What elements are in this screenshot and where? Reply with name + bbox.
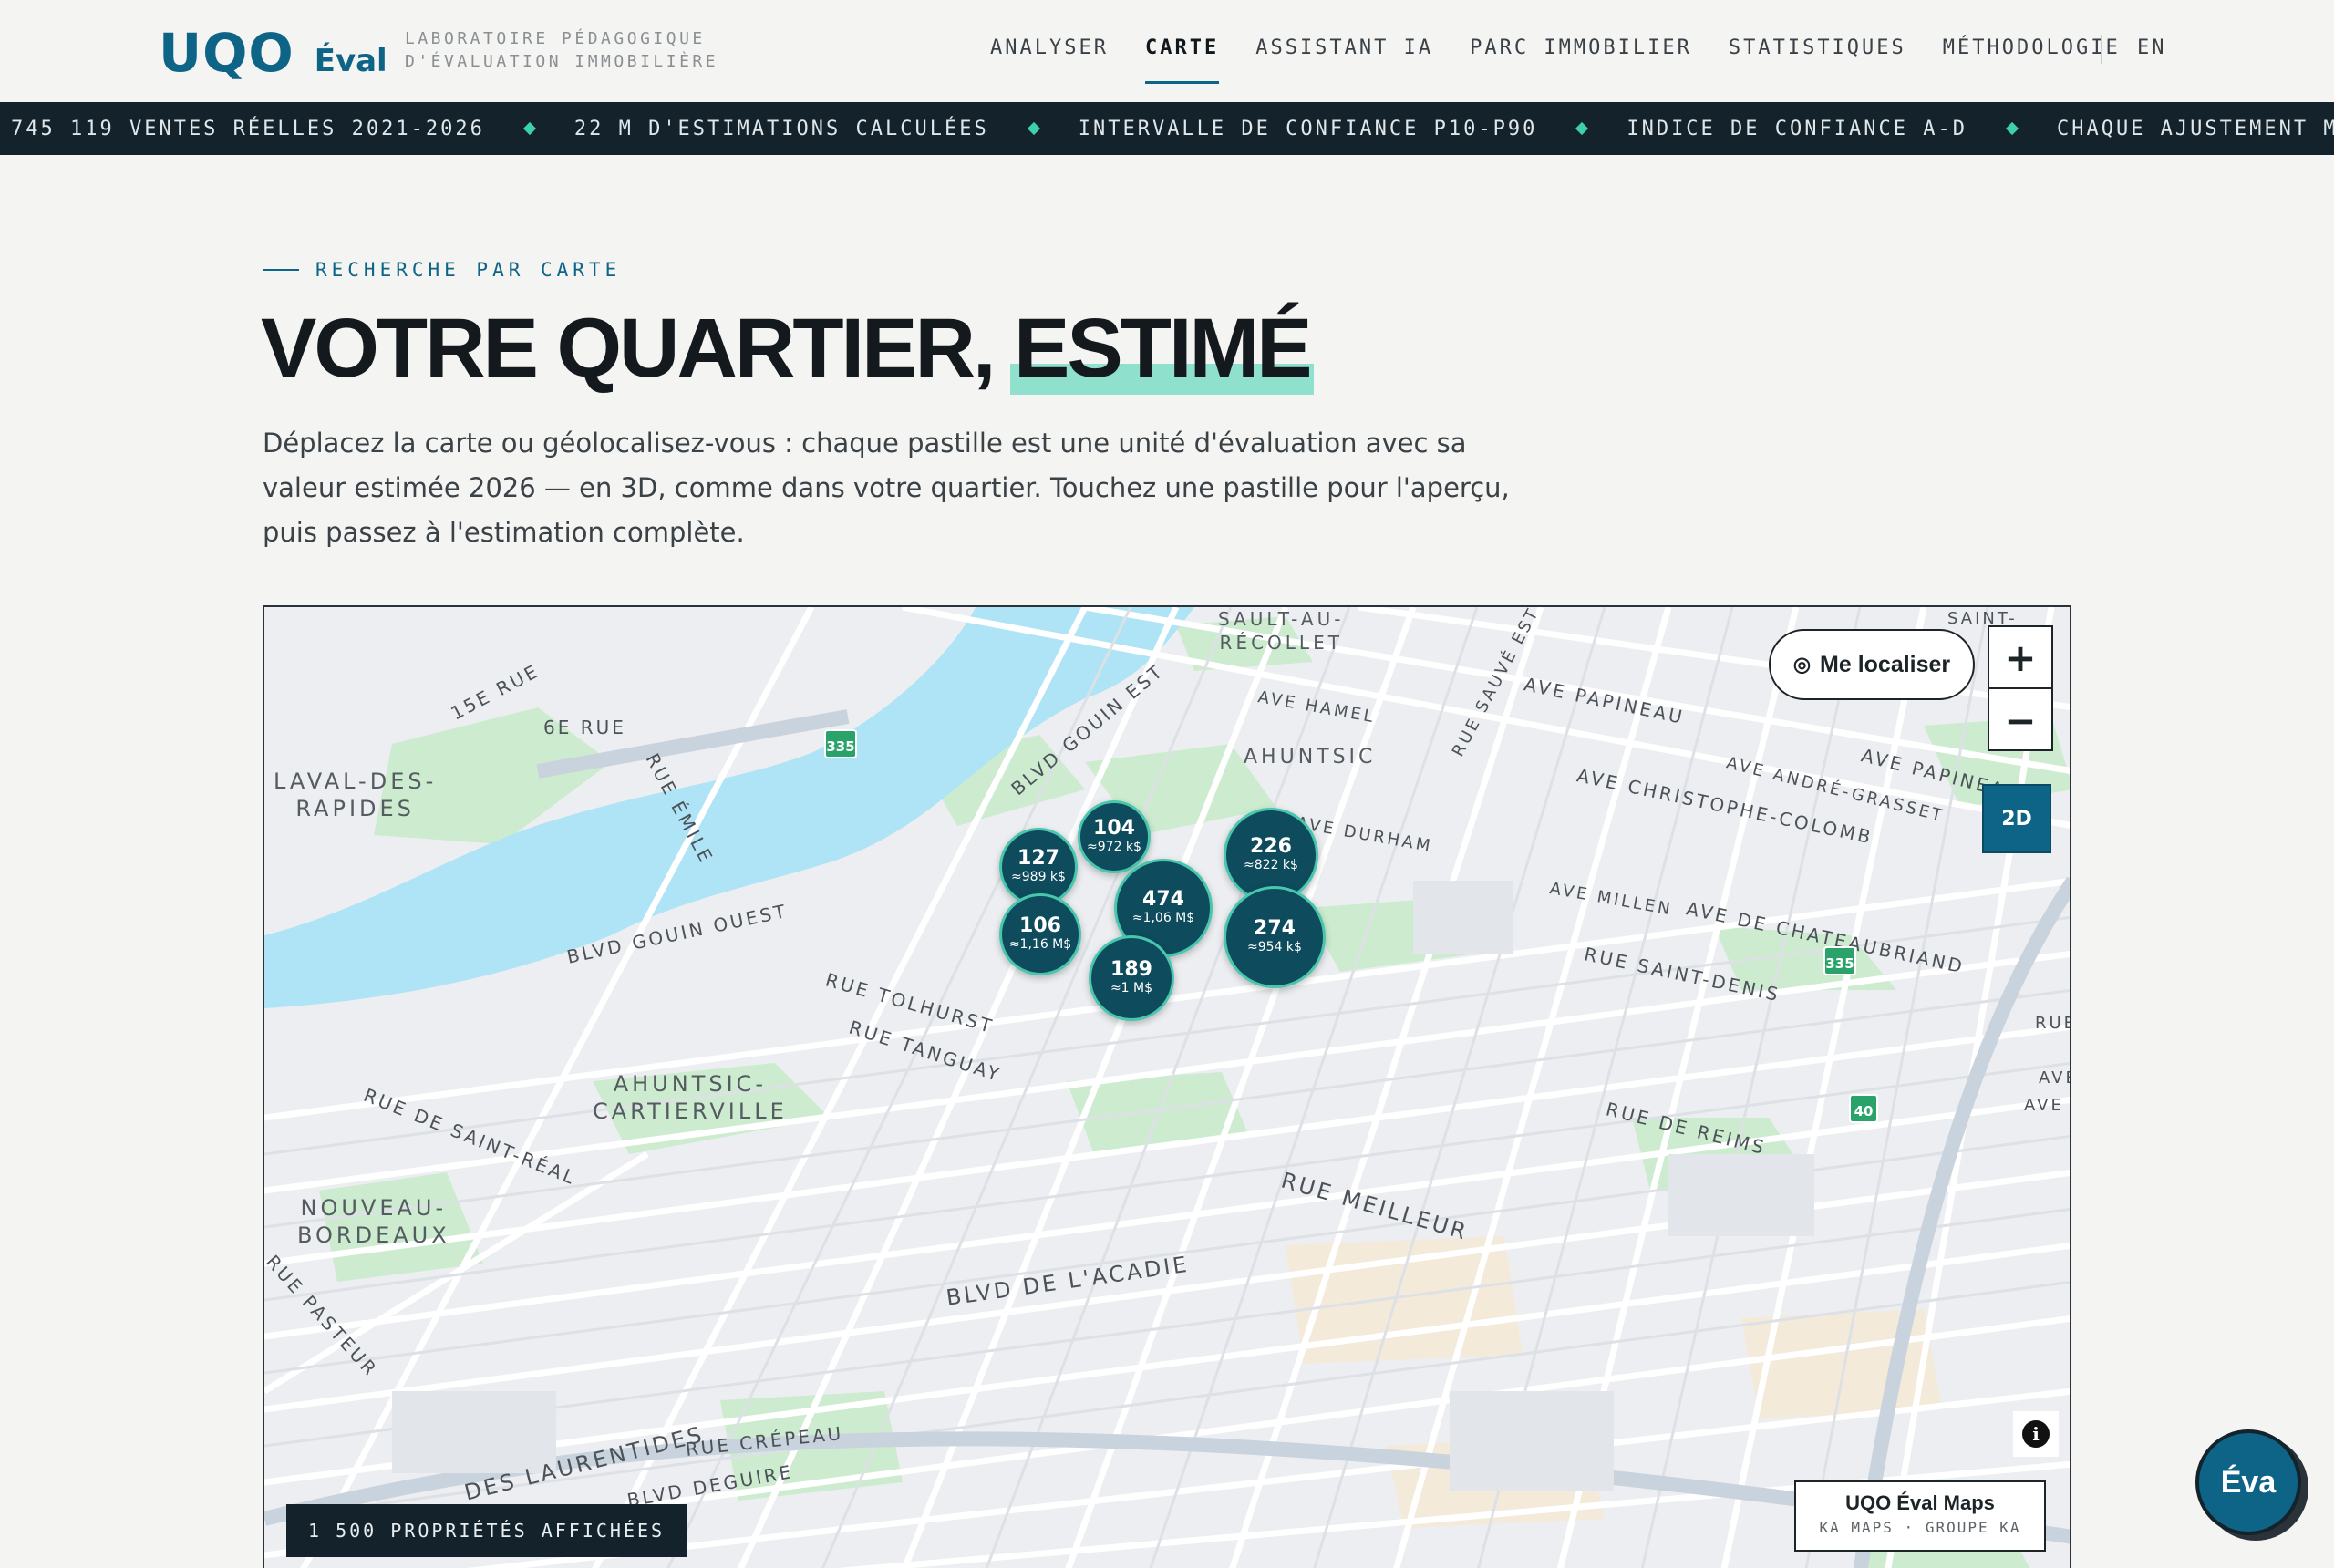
property-cluster[interactable]: 274 ≈954 k$ bbox=[1224, 886, 1326, 988]
section-eyebrow: RECHERCHE PAR CARTE bbox=[263, 259, 621, 281]
street-label: 6E RUE bbox=[543, 717, 626, 738]
page-lede: Déplacez la carte ou géolocalisez-vous :… bbox=[263, 428, 1510, 548]
district-label: NOUVEAU- BORDEAUX bbox=[297, 1195, 450, 1248]
map-base bbox=[264, 607, 2070, 1568]
zoom-control: + − bbox=[1988, 625, 2053, 751]
properties-count-badge: 1 500 PROPRIÉTÉS AFFICHÉES bbox=[286, 1504, 687, 1557]
district-label: AHUNTSIC bbox=[1244, 746, 1377, 769]
highway-shield-icon: 40 bbox=[1849, 1094, 1878, 1123]
property-cluster[interactable]: 104 ≈972 k$ bbox=[1078, 800, 1151, 873]
nav-methodologie[interactable]: MÉTHODOLOGIE bbox=[1943, 36, 2121, 84]
page-title: VOTRE QUARTIER, ESTIMÉ bbox=[261, 302, 1315, 395]
language-switch[interactable]: EN bbox=[2137, 36, 2167, 59]
locate-me-button[interactable]: ◎ Me localiser bbox=[1769, 629, 1975, 700]
district-label: AHUNTSIC- CARTIERVILLE bbox=[593, 1071, 788, 1124]
ticker-item: 22 M D'ESTIMATIONS CALCULÉES bbox=[573, 117, 989, 140]
info-icon: i bbox=[2022, 1420, 2050, 1448]
ticker-item: INDICE DE CONFIANCE A-D bbox=[1627, 117, 1967, 140]
nav-analyser[interactable]: ANALYSER bbox=[990, 36, 1109, 84]
nav-carte[interactable]: CARTE bbox=[1144, 36, 1220, 84]
eyebrow-line bbox=[263, 269, 299, 271]
property-cluster[interactable]: 189 ≈1 M$ bbox=[1089, 935, 1174, 1021]
logo-eval: Éval bbox=[314, 43, 387, 79]
view-mode-toggle[interactable]: 2D bbox=[1982, 784, 2051, 853]
district-label: LAVAL-DES- RAPIDES bbox=[274, 769, 438, 821]
target-icon: ◎ bbox=[1792, 653, 1812, 676]
property-map[interactable]: LAVAL-DES- RAPIDES AHUNTSIC- CARTIERVILLE … bbox=[263, 605, 2071, 1568]
property-cluster[interactable]: 106 ≈1,16 M$ bbox=[999, 893, 1081, 975]
nav-assistant-ia[interactable]: ASSISTANT IA bbox=[1255, 36, 1433, 84]
zoom-in-button[interactable]: + bbox=[1989, 627, 2051, 689]
diamond-icon bbox=[1027, 121, 1040, 136]
main-nav: ANALYSER CARTE ASSISTANT IA PARC IMMOBIL… bbox=[990, 36, 2157, 84]
ticker-item: INTERVALLE DE CONFIANCE P10-P90 bbox=[1078, 117, 1538, 140]
site-logo[interactable]: UQO Éval bbox=[159, 22, 387, 84]
highway-shield-icon: 335 bbox=[1823, 946, 1856, 975]
ticker-item: 745 119 VENTES RÉELLES 2021-2026 bbox=[11, 117, 485, 140]
map-info-button[interactable]: i bbox=[2013, 1411, 2059, 1457]
highway-shield-icon: 335 bbox=[824, 729, 857, 758]
diamond-icon bbox=[522, 121, 536, 136]
street-label: AVE bbox=[2024, 1096, 2064, 1115]
stats-ticker: 745 119 VENTES RÉELLES 2021-2026 22 M D'… bbox=[0, 102, 2334, 155]
nav-divider bbox=[2101, 35, 2102, 64]
nav-statistiques[interactable]: STATISTIQUES bbox=[1729, 36, 1906, 84]
diamond-icon bbox=[2005, 121, 2019, 136]
assistant-eva-button[interactable]: Éva bbox=[2195, 1429, 2301, 1535]
street-label: RUE bbox=[2035, 1014, 2070, 1033]
title-highlight: ESTIMÉ bbox=[1010, 302, 1315, 395]
district-label: SAULT-AU- RÉCOLLET bbox=[1218, 608, 1345, 654]
zoom-out-button[interactable]: − bbox=[1989, 689, 2051, 751]
site-tagline: LABORATOIRE PÉDAGOGIQUE D'ÉVALUATION IMM… bbox=[405, 29, 719, 71]
ticker-item: CHAQUE AJUSTEMENT MONTRÉ EN DOLLARS bbox=[2056, 117, 2334, 140]
map-attribution: UQO Éval Maps KA MAPS · GROUPE KA bbox=[1794, 1480, 2046, 1552]
street-label: AVE bbox=[2039, 1068, 2070, 1088]
site-header: UQO Éval LABORATOIRE PÉDAGOGIQUE D'ÉVALU… bbox=[0, 0, 2334, 102]
nav-parc-immobilier[interactable]: PARC IMMOBILIER bbox=[1470, 36, 1692, 84]
diamond-icon bbox=[1575, 121, 1589, 136]
logo-uqo: UQO bbox=[159, 22, 294, 84]
